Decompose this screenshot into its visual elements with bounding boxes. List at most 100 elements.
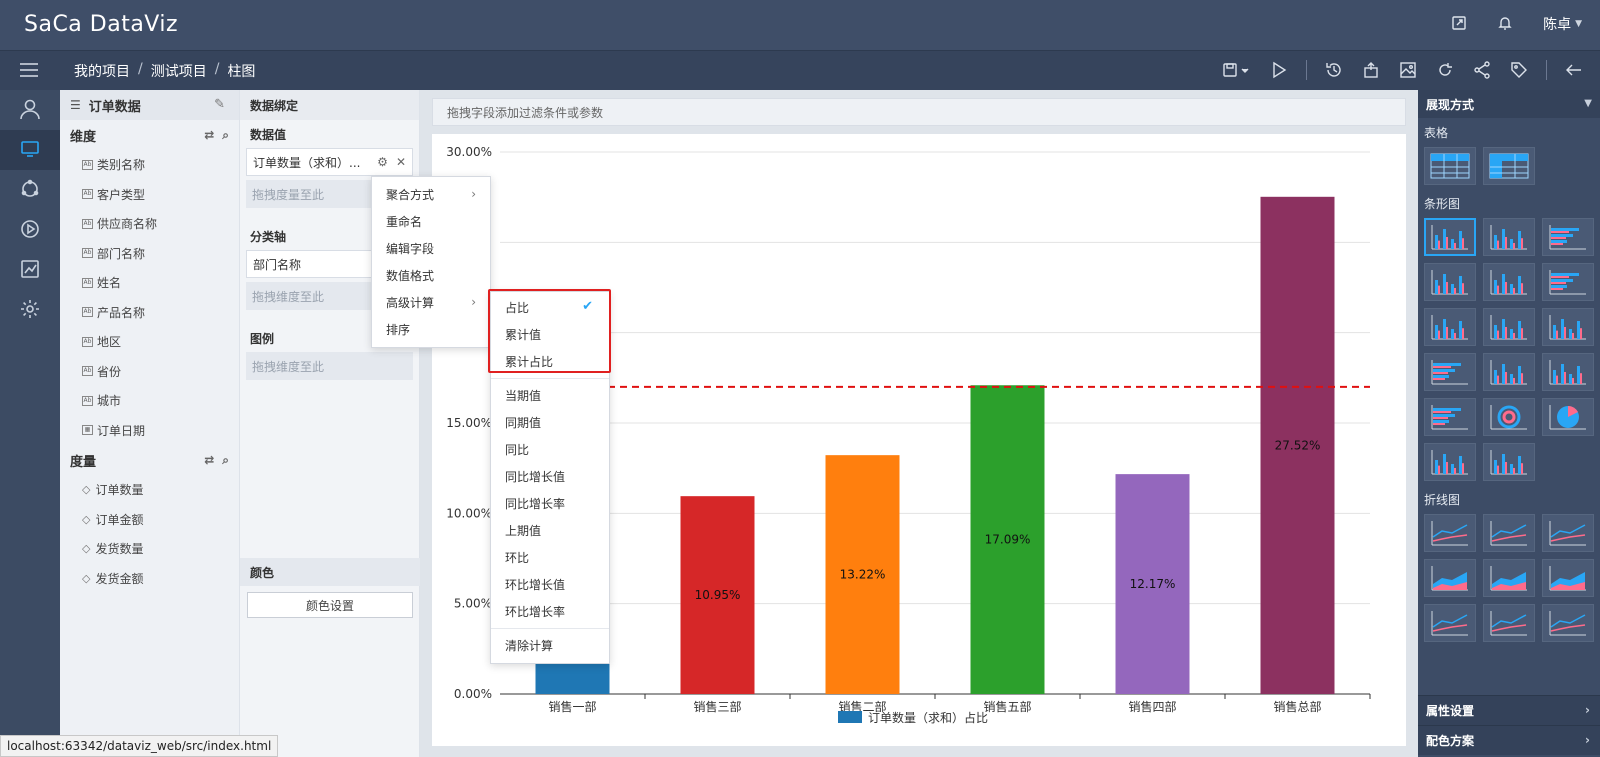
bar-type-icon[interactable]: [1483, 443, 1535, 481]
menu-advanced-calc[interactable]: 高级计算 ›: [372, 289, 490, 316]
close-icon[interactable]: ✕: [396, 155, 406, 169]
menu-number-format[interactable]: 数值格式: [372, 262, 490, 289]
history-icon[interactable]: [1324, 60, 1344, 80]
measure-field[interactable]: ◇ 发货金额: [60, 564, 239, 594]
bar-type-icon[interactable]: [1483, 398, 1535, 436]
dimension-field[interactable]: Ab 产品名称: [60, 298, 239, 328]
line-type-icon[interactable]: [1424, 559, 1476, 597]
dimension-field[interactable]: Ab 部门名称: [60, 239, 239, 269]
bar-type-icon[interactable]: [1483, 263, 1535, 301]
share-icon[interactable]: [1472, 60, 1492, 80]
measure-field[interactable]: ◇ 订单数量: [60, 475, 239, 505]
search-icon[interactable]: ⌕: [222, 453, 229, 468]
nav-dashboard[interactable]: [0, 130, 60, 170]
menu-rename[interactable]: 重命名: [372, 208, 490, 235]
legend-drop-zone[interactable]: 拖拽维度至此: [246, 352, 413, 380]
bar-type-icon[interactable]: [1424, 308, 1476, 346]
bar-type-icon[interactable]: [1542, 308, 1594, 346]
nav-play[interactable]: [0, 210, 60, 250]
line-type-icon[interactable]: [1424, 604, 1476, 642]
measure-field[interactable]: ◇ 发货数量: [60, 534, 239, 564]
swap-icon[interactable]: ⇄: [204, 453, 214, 468]
submenu-yoy[interactable]: 同比: [491, 436, 609, 463]
bar-type-icon[interactable]: [1483, 308, 1535, 346]
bar-type-icon[interactable]: [1483, 218, 1535, 256]
back-arrow-icon[interactable]: [1564, 60, 1584, 80]
bar-type-icon[interactable]: [1483, 353, 1535, 391]
bar-type-icon[interactable]: [1424, 218, 1476, 256]
external-link-icon[interactable]: [1451, 15, 1469, 33]
submenu-yoy-growth-rate[interactable]: 同比增长率: [491, 490, 609, 517]
user-menu[interactable]: 陈卓 ▼: [1543, 14, 1582, 34]
line-type-icon[interactable]: [1424, 514, 1476, 552]
refresh-icon[interactable]: [1435, 60, 1455, 80]
dimension-field[interactable]: Ab 地区: [60, 327, 239, 357]
value-chip[interactable]: 订单数量（求和）... ⚙ ✕: [246, 148, 413, 176]
submenu-mom-growth-value[interactable]: 环比增长值: [491, 571, 609, 598]
dimension-field[interactable]: Ab 省份: [60, 357, 239, 387]
tag-icon[interactable]: [1509, 60, 1529, 80]
dimension-field[interactable]: Ab 城市: [60, 386, 239, 416]
measure-list: ◇ 订单数量 ◇ 订单金额 ◇ 发货数量 ◇ 发货金额: [60, 475, 239, 593]
menu-label: 上期值: [505, 524, 542, 538]
dimension-field[interactable]: Ab 类别名称: [60, 150, 239, 180]
submenu-mom[interactable]: 环比: [491, 544, 609, 571]
search-icon[interactable]: ⌕: [222, 128, 229, 143]
nav-settings[interactable]: [0, 290, 60, 330]
swap-icon[interactable]: ⇄: [204, 128, 214, 143]
property-settings[interactable]: 属性设置 ›: [1418, 695, 1600, 725]
chevron-right-icon: ›: [471, 295, 476, 309]
breadcrumb-test-project[interactable]: 测试项目: [151, 61, 207, 81]
line-type-icon[interactable]: [1483, 514, 1535, 552]
bar-type-icon[interactable]: [1542, 398, 1594, 436]
bar-type-icon[interactable]: [1424, 353, 1476, 391]
hamburger-menu-icon[interactable]: [18, 59, 40, 81]
menu-separator: [491, 628, 609, 629]
filter-drop-zone[interactable]: 拖拽字段添加过滤条件或参数: [432, 98, 1406, 126]
bar-type-icon[interactable]: [1542, 263, 1594, 301]
field-label: 姓名: [97, 276, 122, 291]
measure-field[interactable]: ◇ 订单金额: [60, 505, 239, 535]
save-icon[interactable]: [1222, 60, 1252, 80]
menu-sort[interactable]: 排序: [372, 316, 490, 343]
menu-aggregation[interactable]: 聚合方式 ›: [372, 181, 490, 208]
display-mode-header[interactable]: 展现方式 ▼: [1418, 90, 1600, 118]
line-type-icon[interactable]: [1542, 604, 1594, 642]
menu-label: 同期值: [505, 416, 542, 430]
bar-type-icon[interactable]: [1424, 443, 1476, 481]
nav-user[interactable]: [0, 90, 60, 130]
line-type-icon[interactable]: [1483, 604, 1535, 642]
nav-sync[interactable]: [0, 170, 60, 210]
play-icon[interactable]: [1269, 60, 1289, 80]
menu-edit-field[interactable]: 编辑字段: [372, 235, 490, 262]
gear-icon[interactable]: ⚙: [377, 155, 388, 169]
submenu-mom-growth-rate[interactable]: 环比增长率: [491, 598, 609, 625]
submenu-previous-period[interactable]: 上期值: [491, 517, 609, 544]
dimension-field[interactable]: Ab 客户类型: [60, 180, 239, 210]
color-scheme[interactable]: 配色方案 ›: [1418, 725, 1600, 755]
table-type-icon[interactable]: [1424, 147, 1476, 185]
nav-analysis[interactable]: [0, 250, 60, 290]
bar-type-icon[interactable]: [1424, 263, 1476, 301]
dimension-field[interactable]: Ab 供应商名称: [60, 209, 239, 239]
bell-icon[interactable]: [1497, 15, 1515, 33]
line-type-icon[interactable]: [1483, 559, 1535, 597]
line-type-icon[interactable]: [1542, 559, 1594, 597]
submenu-yoy-growth-value[interactable]: 同比增长值: [491, 463, 609, 490]
color-settings-button[interactable]: 颜色设置: [247, 592, 413, 618]
publish-icon[interactable]: [1361, 60, 1381, 80]
chevron-right-icon: ›: [1585, 703, 1590, 717]
line-type-icon[interactable]: [1542, 514, 1594, 552]
submenu-same-period[interactable]: 同期值: [491, 409, 609, 436]
bar-type-icon[interactable]: [1542, 218, 1594, 256]
image-icon[interactable]: [1398, 60, 1418, 80]
edit-icon[interactable]: ✎: [214, 97, 225, 112]
submenu-current-period[interactable]: 当期值: [491, 382, 609, 409]
dimension-field[interactable]: ▦ 订单日期: [60, 416, 239, 446]
crosstab-type-icon[interactable]: [1483, 147, 1535, 185]
breadcrumb-my-projects[interactable]: 我的项目: [74, 61, 130, 81]
dimension-field[interactable]: Ab 姓名: [60, 268, 239, 298]
submenu-clear-calc[interactable]: 清除计算: [491, 632, 609, 659]
bar-type-icon[interactable]: [1542, 353, 1594, 391]
bar-type-icon[interactable]: [1424, 398, 1476, 436]
